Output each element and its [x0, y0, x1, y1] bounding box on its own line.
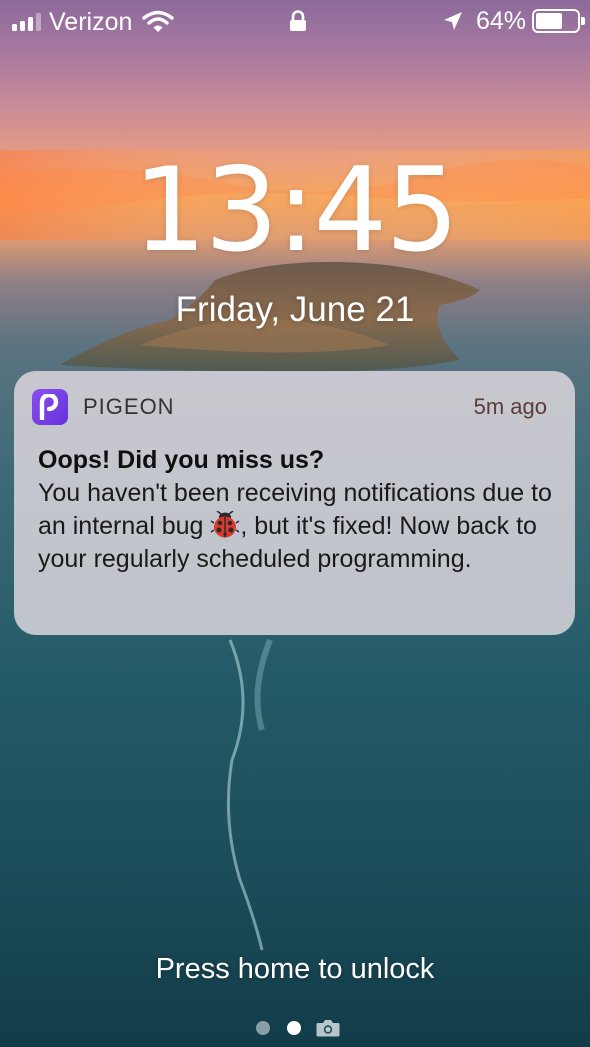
pigeon-logo-icon [39, 394, 59, 420]
notification-app-name: PIGEON [83, 394, 175, 419]
padlock-icon [290, 10, 306, 31]
page-indicator[interactable] [254, 1018, 344, 1038]
notification-card[interactable]: PIGEON 5m ago Oops! Did you miss us? You… [14, 371, 575, 635]
carrier-name: Verizon [49, 8, 133, 36]
pigeon-app-icon [32, 389, 68, 425]
battery-tip [581, 17, 585, 25]
ladybug-icon [210, 511, 240, 538]
wifi-icon [142, 10, 175, 32]
status-right: 64% [442, 7, 585, 35]
signal-bar [36, 13, 41, 31]
lock-screen-date: Friday, June 21 [175, 290, 415, 329]
battery-level-fill [536, 13, 562, 29]
battery-icon [532, 9, 585, 33]
notification-time: 5m ago [473, 394, 547, 419]
lock-screen-time: 13:45 [132, 143, 459, 278]
signal-bar [20, 21, 25, 31]
camera-icon[interactable] [316, 1019, 340, 1037]
page-dot-lock-screen[interactable] [287, 1021, 301, 1035]
signal-bar [28, 17, 33, 31]
location-arrow-icon [443, 12, 462, 30]
cellular-signal-icon [12, 13, 41, 31]
notification-header: PIGEON 5m ago [32, 389, 547, 425]
unlock-hint: Press home to unlock [155, 953, 435, 985]
notification-body: You haven't been receiving notifications… [38, 477, 558, 576]
status-bar: Verizon 64% [0, 0, 590, 44]
signal-bar [12, 24, 17, 31]
page-dot-widgets[interactable] [256, 1021, 270, 1035]
battery-percentage: 64% [475, 7, 526, 35]
notification-title: Oops! Did you miss us? [38, 446, 325, 474]
status-left: Verizon [12, 8, 175, 36]
